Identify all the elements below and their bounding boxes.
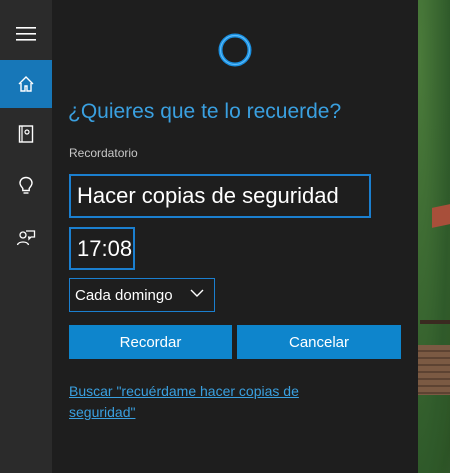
sidebar-item-notebook[interactable] (0, 110, 52, 158)
frequency-value: Cada domingo (75, 286, 173, 304)
hamburger-menu-button[interactable] (0, 10, 52, 58)
home-icon (18, 76, 34, 92)
cortana-ring-icon (218, 33, 252, 67)
search-web-link[interactable]: Buscar "recuérdame hacer copias de segur… (69, 381, 369, 423)
background-roof (432, 204, 450, 228)
sidebar-item-feedback[interactable] (0, 214, 52, 262)
feedback-icon (16, 230, 36, 246)
sidebar-item-home[interactable] (0, 60, 52, 108)
hamburger-menu-icon (16, 27, 36, 41)
reminder-time-field[interactable]: 17:08 (69, 227, 135, 270)
sidebar (0, 0, 52, 473)
reminder-title-field[interactable]: Hacer copias de seguridad (69, 174, 371, 218)
notebook-icon (18, 125, 34, 143)
cortana-window: ¿Quieres que te lo recuerde? Recordatori… (0, 0, 450, 473)
chevron-down-icon (190, 289, 204, 297)
reminder-time-value: 17:08 (77, 235, 133, 261)
background-rail (420, 320, 450, 324)
reminder-title-value: Hacer copias de seguridad (77, 183, 339, 208)
remind-button[interactable]: Recordar (69, 325, 232, 359)
background-deck (418, 345, 450, 395)
reminder-label: Recordatorio (69, 146, 138, 160)
cancel-button[interactable]: Cancelar (237, 325, 401, 359)
sidebar-item-interests[interactable] (0, 162, 52, 210)
reminder-panel: ¿Quieres que te lo recuerde? Recordatori… (52, 0, 418, 473)
lightbulb-icon (19, 176, 33, 194)
frequency-dropdown[interactable]: Cada domingo (69, 278, 215, 312)
reminder-question: ¿Quieres que te lo recuerde? (68, 100, 342, 123)
